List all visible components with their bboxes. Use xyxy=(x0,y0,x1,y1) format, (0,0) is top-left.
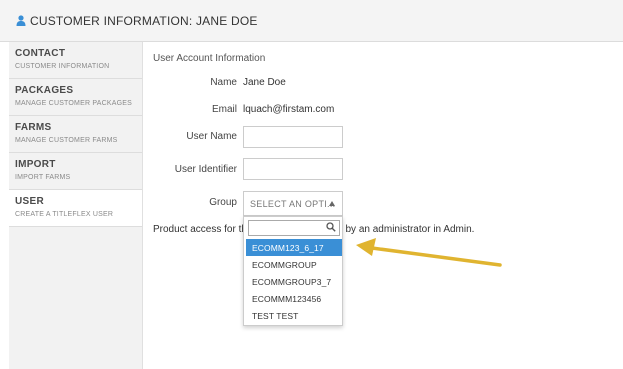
sidebar-item-title: CONTACT xyxy=(15,48,66,59)
sidebar-item-title: PACKAGES xyxy=(15,85,74,96)
sidebar-item-farms[interactable]: FARMS MANAGE CUSTOMER FARMS xyxy=(9,116,142,153)
sidebar-item-title: USER xyxy=(15,196,44,207)
dropdown-option[interactable]: TEST TEST xyxy=(246,307,342,324)
sidebar-item-subtitle: CUSTOMER INFORMATION xyxy=(15,63,110,70)
search-icon xyxy=(326,222,336,232)
email-value: lquach@firstam.com xyxy=(243,104,335,115)
name-value: Jane Doe xyxy=(243,77,286,88)
sidebar-item-subtitle: MANAGE CUSTOMER PACKAGES xyxy=(15,100,132,107)
sidebar-item-subtitle: MANAGE CUSTOMER FARMS xyxy=(15,137,118,144)
group-select-placeholder: SELECT AN OPTI... xyxy=(250,199,336,209)
username-input[interactable] xyxy=(243,126,343,148)
sidebar-item-title: IMPORT xyxy=(15,159,56,170)
user-icon xyxy=(16,15,26,26)
dropdown-option[interactable]: ECOMMGROUP xyxy=(246,256,342,273)
group-select[interactable]: SELECT AN OPTI... xyxy=(243,191,343,216)
sidebar-item-subtitle: CREATE A TITLEFLEX USER xyxy=(15,211,114,218)
dropdown-option[interactable]: ECOMMM123456 xyxy=(246,290,342,307)
section-title: User Account Information xyxy=(153,53,266,64)
sidebar-item-import[interactable]: IMPORT IMPORT FARMS xyxy=(9,153,142,190)
username-label: User Name xyxy=(186,131,237,142)
page-title: CUSTOMER INFORMATION: JANE DOE xyxy=(30,13,258,28)
dropdown-options: ECOMM123_6_17 ECOMMGROUP ECOMMGROUP3_7 E… xyxy=(246,239,342,324)
caret-up-icon xyxy=(329,201,335,206)
sidebar-item-title: FARMS xyxy=(15,122,52,133)
name-label: Name xyxy=(210,77,237,88)
group-dropdown: ECOMM123_6_17 ECOMMGROUP ECOMMGROUP3_7 E… xyxy=(243,216,343,326)
sidebar: CONTACT CUSTOMER INFORMATION PACKAGES MA… xyxy=(9,42,143,369)
product-access-text-end: d by an administrator in Admin. xyxy=(337,224,475,235)
dropdown-option[interactable]: ECOMM123_6_17 xyxy=(246,239,342,256)
group-label: Group xyxy=(209,197,237,208)
page-header: CUSTOMER INFORMATION: JANE DOE xyxy=(0,0,623,42)
product-access-text-start: Product access for thi xyxy=(153,224,250,235)
sidebar-item-user[interactable]: USER CREATE A TITLEFLEX USER xyxy=(9,190,142,227)
sidebar-item-subtitle: IMPORT FARMS xyxy=(15,174,71,181)
email-label: Email xyxy=(211,104,237,115)
sidebar-item-contact[interactable]: CONTACT CUSTOMER INFORMATION xyxy=(9,42,142,79)
user-form: User Account Information Name Jane Doe E… xyxy=(153,42,623,369)
sidebar-item-packages[interactable]: PACKAGES MANAGE CUSTOMER PACKAGES xyxy=(9,79,142,116)
user-identifier-input[interactable] xyxy=(243,158,343,180)
user-identifier-label: User Identifier xyxy=(174,164,237,175)
dropdown-option[interactable]: ECOMMGROUP3_7 xyxy=(246,273,342,290)
